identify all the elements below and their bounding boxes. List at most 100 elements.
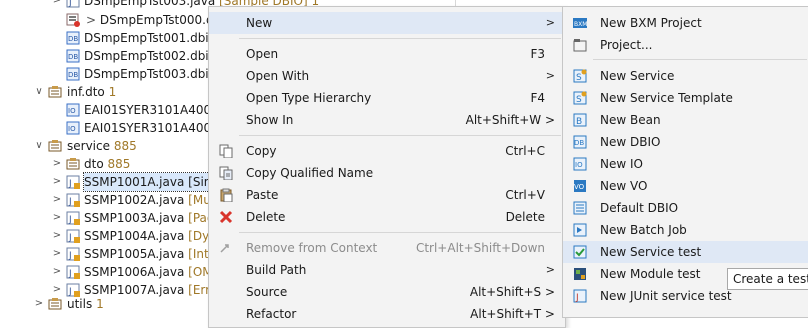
menu-item-source[interactable]: Source Alt+Shift+S >	[209, 281, 565, 303]
svg-text:J: J	[68, 269, 72, 279]
chevron-down-icon[interactable]: ∨	[34, 83, 44, 101]
tree-row-decoration: 1	[108, 85, 117, 99]
menu-separator	[239, 232, 561, 233]
submenu-item-new-service-template[interactable]: S New Service Template	[563, 87, 808, 109]
context-menu: New > Open F3 Open With > Open Type Hier…	[208, 6, 566, 328]
tree-row-label: dto	[84, 157, 104, 171]
menu-item-label: Show In	[246, 113, 294, 127]
submenu-item-new-batch-job[interactable]: New Batch Job	[563, 219, 808, 241]
tree-row-inf-dto[interactable]: ∨ inf.dto 1	[0, 83, 215, 101]
tree-row-ssmp1001a[interactable]: > J SSMP1001A.java [Sing	[0, 172, 223, 192]
menu-item-shortcut: Alt+Shift+S >	[469, 285, 555, 299]
tree-row-eai-in[interactable]: IO EAI01SYER3101A400In	[0, 101, 222, 119]
submenu-item-label: New BXM Project	[600, 16, 702, 30]
menu-item-open-with[interactable]: Open With >	[209, 65, 565, 87]
tree-row-dsmpemptst003-dbio[interactable]: DB DSmpEmpTst003.dbio	[0, 65, 216, 83]
svg-text:IO: IO	[68, 107, 76, 115]
project-explorer-tree: > J DSmpEmpTst003.java [Sample DBIO] 1 >…	[0, 0, 319, 313]
submenu-item-new-io[interactable]: IO New IO	[563, 153, 808, 175]
menu-item-show-in[interactable]: Show In Alt+Shift+W >	[209, 109, 565, 131]
tree-row-dsmpemptst002-dbio[interactable]: DB DSmpEmpTst002.dbio	[0, 47, 216, 65]
dbio-file-icon: DB	[66, 31, 80, 45]
submenu-item-default-dbio[interactable]: Default DBIO	[563, 197, 808, 219]
tree-row-ssmp1006a[interactable]: > J SSMP1006A.java [OMN	[0, 263, 222, 281]
menu-item-copy-qualified-name[interactable]: Copy Qualified Name	[209, 162, 565, 184]
chevron-down-icon[interactable]: ∨	[34, 137, 44, 155]
menu-item-label: Open	[246, 47, 279, 61]
menu-item-paste[interactable]: Paste Ctrl+V	[209, 184, 565, 206]
submenu-item-new-vo[interactable]: VO New VO	[563, 175, 808, 197]
submenu-item-label: New Bean	[600, 113, 661, 127]
chevron-right-icon[interactable]: >	[52, 0, 62, 10]
new-bean-icon: B	[573, 113, 587, 127]
tree-row-ssmp1005a[interactable]: > J SSMP1005A.java [Inter	[0, 245, 221, 263]
submenu-item-new-dbio[interactable]: DB New DBIO	[563, 131, 808, 153]
svg-text:J: J	[68, 179, 72, 189]
chevron-right-icon[interactable]: >	[52, 227, 62, 245]
copy-qualified-name-icon	[219, 166, 233, 180]
menu-item-refactor[interactable]: Refactor Alt+Shift+T >	[209, 303, 565, 325]
svg-text:J: J	[68, 251, 72, 261]
menu-item-label: Open With	[246, 69, 310, 83]
tree-row-label: EAI01SYER3101A400In	[84, 103, 223, 117]
java-service-icon: J	[66, 211, 80, 225]
chevron-right-icon[interactable]: >	[52, 209, 62, 227]
tree-row-service[interactable]: ∨ service 885	[0, 137, 215, 155]
chevron-right-icon[interactable]: >	[52, 245, 62, 263]
tree-row-label: DSmpEmpTst001.dbio	[84, 31, 216, 45]
menu-item-build-path[interactable]: Build Path >	[209, 259, 565, 281]
tree-row-ssmp1004a[interactable]: > J SSMP1004A.java [Dyna	[0, 227, 224, 245]
submenu-item-project[interactable]: Project...	[563, 34, 808, 56]
svg-text:J: J	[575, 293, 579, 303]
menu-item-shortcut: Alt+Shift+T >	[470, 307, 555, 321]
submenu-item-new-service-test[interactable]: New Service test	[563, 241, 808, 263]
tree-row-prefix: >	[86, 13, 97, 27]
copy-icon	[219, 144, 233, 158]
tree-row-label: EAI01SYER3101A400O	[84, 121, 221, 135]
chevron-right-icon[interactable]: >	[34, 295, 44, 313]
svg-text:J: J	[68, 215, 72, 225]
menu-item-delete[interactable]: Delete Delete	[209, 206, 565, 228]
svg-text:DB: DB	[68, 71, 78, 79]
svg-text:J: J	[68, 197, 72, 207]
tree-row-eai-out[interactable]: IO EAI01SYER3101A400O	[0, 119, 221, 137]
tree-row-dsmpemptst003-java[interactable]: > J DSmpEmpTst003.java [Sample DBIO] 1	[0, 0, 319, 10]
new-service-icon: S	[573, 69, 587, 83]
menu-item-label: Source	[246, 285, 288, 299]
menu-item-new[interactable]: New >	[209, 12, 565, 34]
java-service-icon: J	[66, 175, 80, 189]
submenu-item-label: Default DBIO	[600, 201, 679, 215]
chevron-right-icon[interactable]: >	[52, 191, 62, 209]
svg-text:VO: VO	[574, 183, 585, 191]
tree-row-dsmpemptst001-dbio[interactable]: DB DSmpEmpTst001.dbio	[0, 29, 216, 47]
tree-row-label: DSmpEmpTst000.db	[99, 13, 222, 27]
menu-item-shortcut: Ctrl+C	[505, 144, 545, 158]
menu-item-open-type-hierarchy[interactable]: Open Type Hierarchy F4	[209, 87, 565, 109]
paste-icon	[220, 188, 233, 202]
chevron-right-icon[interactable]: >	[52, 263, 62, 281]
tree-row-ssmp1002a[interactable]: > J SSMP1002A.java [Mult	[0, 191, 219, 209]
tree-row-utils[interactable]: > utils 1	[0, 295, 215, 313]
menu-item-label: Open Type Hierarchy	[246, 91, 372, 105]
chevron-right-icon[interactable]: >	[52, 155, 62, 173]
io-file-icon: IO	[66, 121, 80, 135]
tree-row-dto[interactable]: > dto 885	[0, 155, 215, 173]
default-dbio-icon	[573, 201, 587, 215]
menu-item-copy[interactable]: Copy Ctrl+C	[209, 140, 565, 162]
java-service-icon: J	[66, 193, 80, 207]
submenu-item-new-service[interactable]: S New Service	[563, 65, 808, 87]
submenu-arrow-icon: >	[545, 263, 555, 276]
tooltip: Create a test fo	[727, 268, 808, 290]
menu-item-open[interactable]: Open F3	[209, 43, 565, 65]
tree-row-ssmp1003a[interactable]: > J SSMP1003A.java [Pagi	[0, 209, 218, 227]
batch-job-icon	[573, 223, 587, 237]
package-icon	[48, 86, 62, 98]
submenu-item-label: New Module test	[600, 267, 701, 281]
tree-row-dsmpemptst000-db[interactable]: > DSmpEmpTst000.db	[0, 11, 221, 29]
submenu-item-new-bxm-project[interactable]: BXM New BXM Project	[563, 12, 808, 34]
submenu-item-label: New VO	[600, 179, 648, 193]
submenu-item-new-bean[interactable]: B New Bean	[563, 109, 808, 131]
submenu-item-label: New IO	[600, 157, 643, 171]
chevron-right-icon[interactable]: >	[52, 173, 62, 191]
menu-item-label: Delete	[246, 210, 286, 224]
